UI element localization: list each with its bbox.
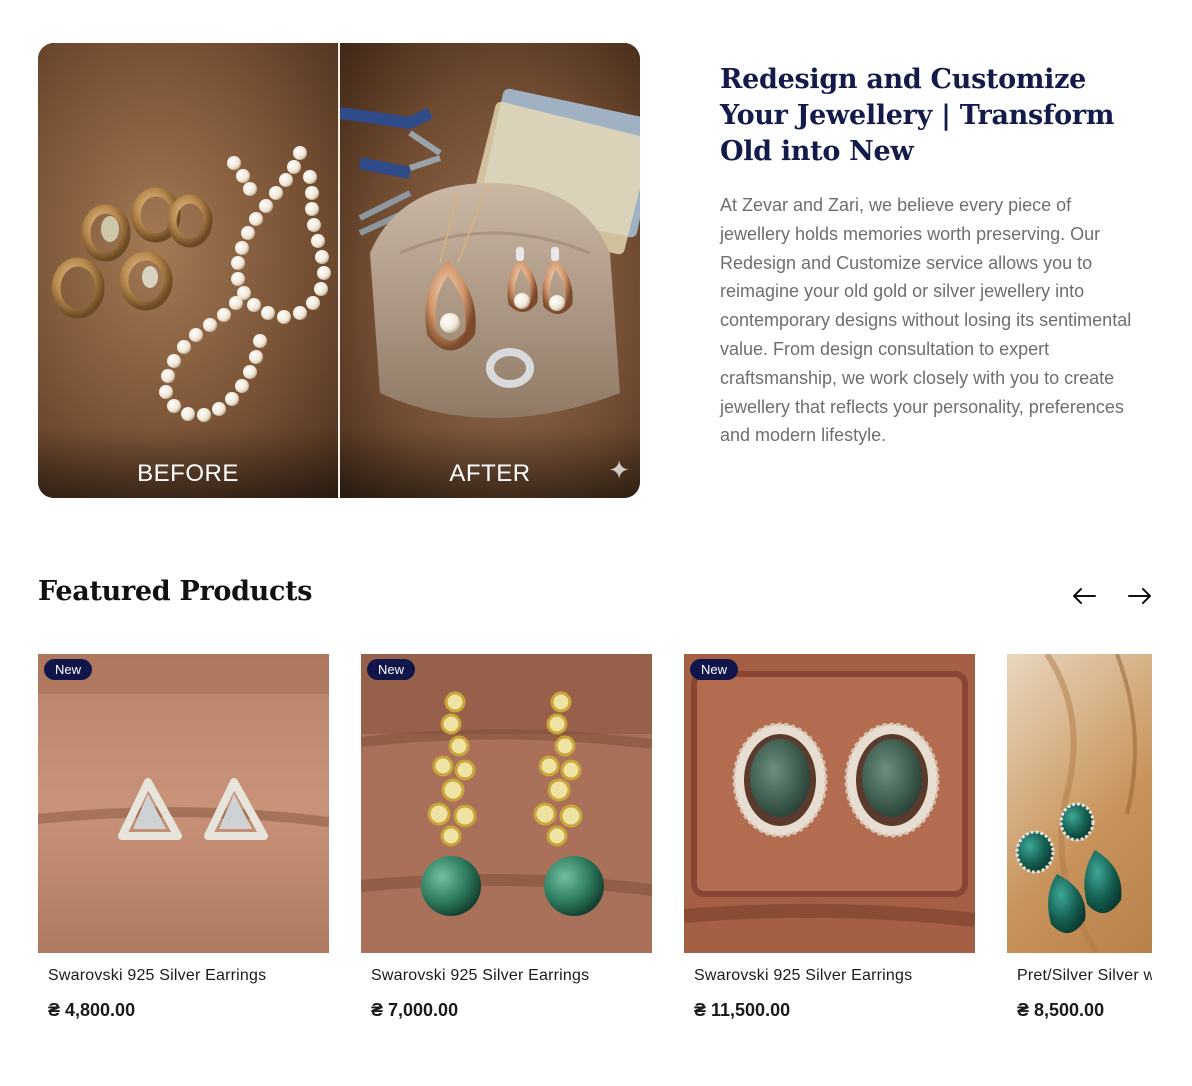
carousel-next-button[interactable] xyxy=(1124,580,1156,612)
before-label: BEFORE xyxy=(137,460,239,487)
before-after-image: BEFORE AFTER ✦ xyxy=(38,43,640,498)
teal-drop-earrings-photo xyxy=(1007,654,1152,953)
arrow-left-icon xyxy=(1073,588,1096,604)
product-carousel: New Swarovski 925 Silver Earrings ₴ 4,80… xyxy=(38,654,1152,1086)
product-name[interactable]: Swarovski 925 Silver Earrings xyxy=(48,964,319,988)
product-price: ₴ 11,500.00 xyxy=(694,1000,791,1020)
product-price: ₴ 8,500.00 xyxy=(1017,1000,1105,1020)
after-panel: AFTER ✦ xyxy=(340,43,640,498)
new-badge: New xyxy=(367,659,416,680)
product-card[interactable]: New Swarovski 925 Silver Earrings ₴ 4,80… xyxy=(38,654,329,1022)
redesign-description: At Zevar and Zari, we believe every piec… xyxy=(720,195,1132,446)
redesign-intro: Redesign and Customize Your Jewellery | … xyxy=(720,62,1140,450)
featured-products-title: Featured Products xyxy=(38,576,313,607)
product-card[interactable]: Pret/Silver Silver woskis ₴ 8,500.00 xyxy=(1007,654,1152,1022)
redesign-title: Redesign and Customize Your Jewellery | … xyxy=(720,64,1115,167)
sparkle-icon: ✦ xyxy=(608,456,630,486)
new-badge: New xyxy=(44,659,93,680)
before-panel: BEFORE xyxy=(38,43,338,498)
product-image[interactable] xyxy=(1007,654,1152,953)
product-image[interactable]: New xyxy=(684,654,975,953)
product-image[interactable]: New xyxy=(361,654,652,953)
arrow-right-icon xyxy=(1128,588,1151,604)
product-price: ₴ 7,000.00 xyxy=(371,1000,459,1020)
after-label: AFTER xyxy=(449,460,531,487)
triangle-earrings-photo xyxy=(38,654,329,953)
new-badge: New xyxy=(690,659,739,680)
product-name[interactable]: Pret/Silver Silver woskis xyxy=(1017,964,1152,988)
product-name[interactable]: Swarovski 925 Silver Earrings xyxy=(694,964,965,988)
product-card[interactable]: New Swarovski 925 Silver Earrings ₴ 7,00… xyxy=(361,654,652,1022)
product-card[interactable]: New Swarovski 925 Silver Earrings ₴ 11,5… xyxy=(684,654,975,1022)
product-name[interactable]: Swarovski 925 Silver Earrings xyxy=(371,964,642,988)
product-image[interactable]: New xyxy=(38,654,329,953)
product-price: ₴ 4,800.00 xyxy=(48,1000,136,1020)
carousel-prev-button[interactable] xyxy=(1068,580,1100,612)
emerald-drop-earrings-photo xyxy=(361,654,652,953)
oval-stud-earrings-photo xyxy=(684,654,975,953)
